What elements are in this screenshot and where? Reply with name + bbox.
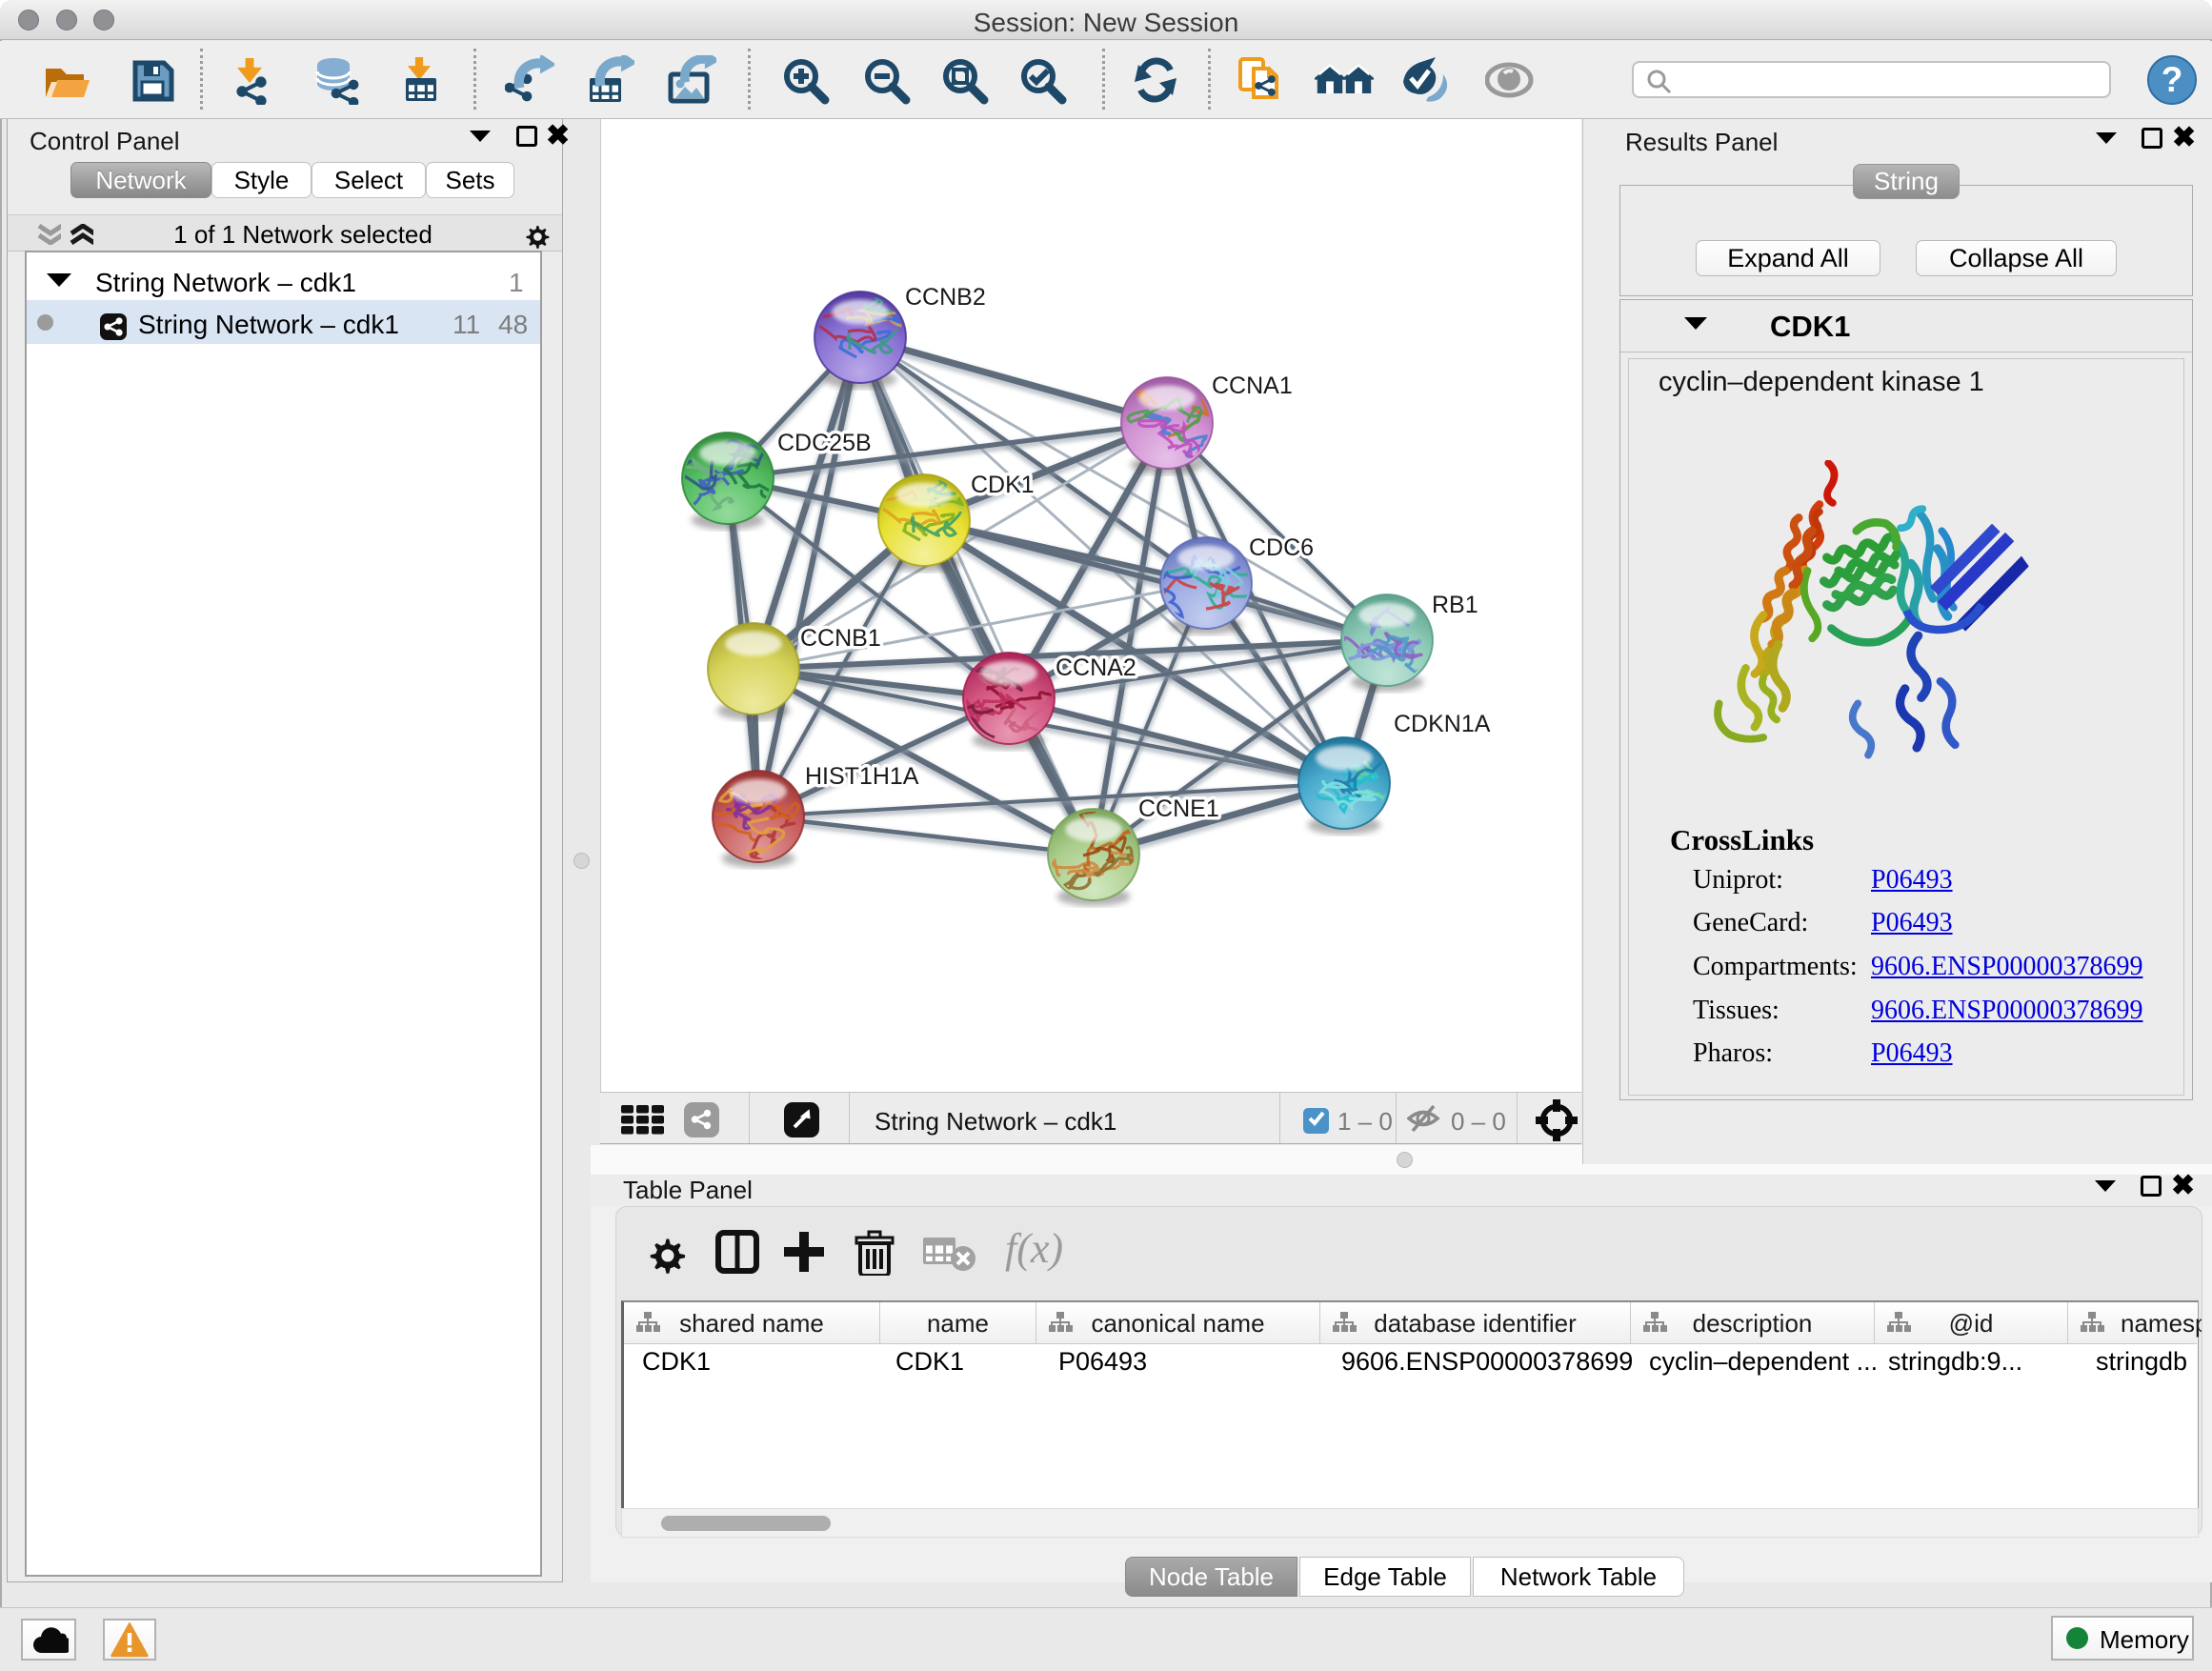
svg-text:CDC25B: CDC25B (777, 430, 872, 456)
svg-text:CCNB1: CCNB1 (800, 625, 881, 652)
svg-text:CDK1: CDK1 (971, 472, 1035, 498)
svg-text:CCNA2: CCNA2 (1056, 654, 1136, 681)
svg-text:CCNB2: CCNB2 (905, 284, 986, 311)
svg-text:CDKN1A: CDKN1A (1394, 711, 1491, 737)
svg-text:RB1: RB1 (1432, 592, 1478, 618)
svg-text:CDC6: CDC6 (1249, 534, 1314, 561)
svg-text:CCNE1: CCNE1 (1138, 795, 1219, 822)
svg-text:HIST1H1A: HIST1H1A (805, 763, 919, 790)
svg-text:CCNA1: CCNA1 (1212, 372, 1293, 399)
